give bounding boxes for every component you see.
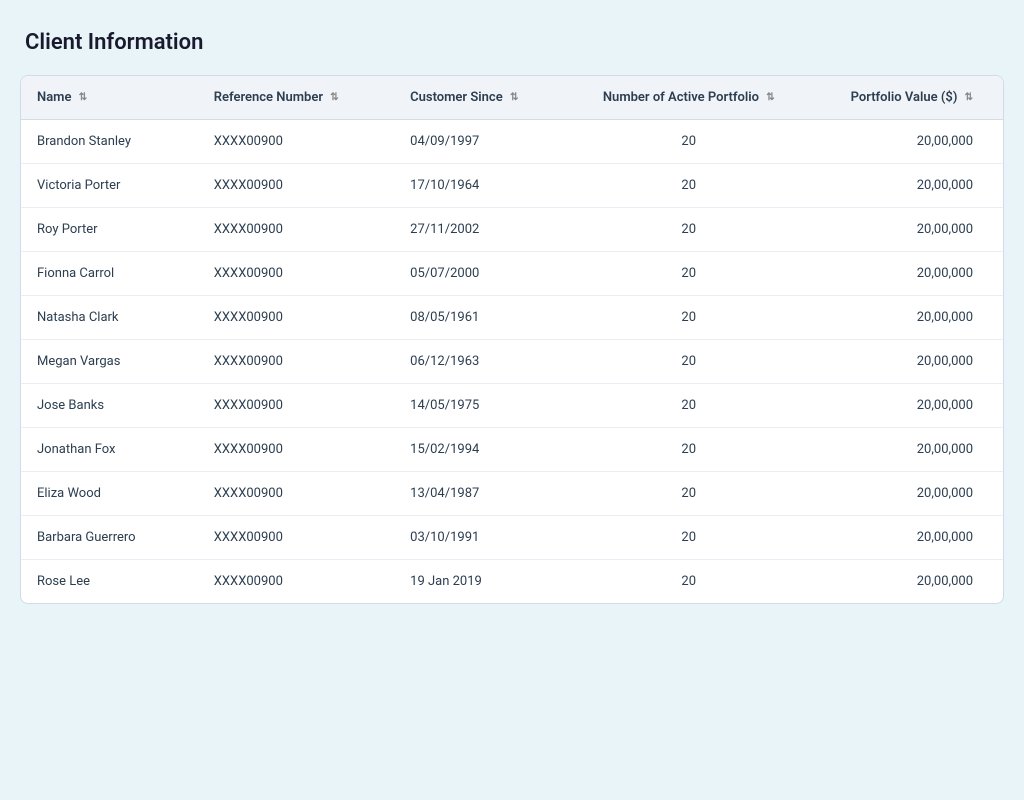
col-header-reference[interactable]: Reference Number ⇅ bbox=[198, 76, 394, 120]
table-row[interactable]: Jose BanksXXXX0090014/05/19752020,00,000 bbox=[21, 384, 1003, 428]
col-header-portfolio[interactable]: Number of Active Portfolio ⇅ bbox=[571, 76, 807, 120]
table-cell-since: 15/02/1994 bbox=[394, 428, 571, 472]
table-row[interactable]: Roy PorterXXXX0090027/11/20022020,00,000 bbox=[21, 208, 1003, 252]
sort-icon-value: ⇅ bbox=[965, 92, 973, 103]
table-cell-since: 06/12/1963 bbox=[394, 340, 571, 384]
table-cell-value: 20,00,000 bbox=[807, 560, 1003, 604]
table-row[interactable]: Fionna CarrolXXXX0090005/07/20002020,00,… bbox=[21, 252, 1003, 296]
table-cell-name: Victoria Porter bbox=[21, 164, 198, 208]
table-cell-name: Megan Vargas bbox=[21, 340, 198, 384]
table-cell-value: 20,00,000 bbox=[807, 252, 1003, 296]
table-cell-since: 13/04/1987 bbox=[394, 472, 571, 516]
table-row[interactable]: Natasha ClarkXXXX0090008/05/19612020,00,… bbox=[21, 296, 1003, 340]
table-header: Name ⇅ Reference Number ⇅ Customer Since… bbox=[21, 76, 1003, 120]
table-cell-portfolio: 20 bbox=[571, 472, 807, 516]
table-row[interactable]: Megan VargasXXXX0090006/12/19632020,00,0… bbox=[21, 340, 1003, 384]
table-cell-value: 20,00,000 bbox=[807, 516, 1003, 560]
col-header-since[interactable]: Customer Since ⇅ bbox=[394, 76, 571, 120]
table-cell-ref: XXXX00900 bbox=[198, 472, 394, 516]
table-row[interactable]: Brandon StanleyXXXX0090004/09/19972020,0… bbox=[21, 120, 1003, 164]
table-cell-name: Brandon Stanley bbox=[21, 120, 198, 164]
table-cell-portfolio: 20 bbox=[571, 208, 807, 252]
table-cell-portfolio: 20 bbox=[571, 164, 807, 208]
table-cell-value: 20,00,000 bbox=[807, 164, 1003, 208]
col-header-value[interactable]: Portfolio Value ($) ⇅ bbox=[807, 76, 1003, 120]
table-cell-value: 20,00,000 bbox=[807, 384, 1003, 428]
table-cell-name: Jonathan Fox bbox=[21, 428, 198, 472]
table-cell-name: Eliza Wood bbox=[21, 472, 198, 516]
table-cell-name: Roy Porter bbox=[21, 208, 198, 252]
table-cell-value: 20,00,000 bbox=[807, 120, 1003, 164]
table-cell-value: 20,00,000 bbox=[807, 296, 1003, 340]
sort-icon-name: ⇅ bbox=[79, 92, 87, 103]
client-table: Name ⇅ Reference Number ⇅ Customer Since… bbox=[21, 76, 1003, 603]
table-cell-name: Jose Banks bbox=[21, 384, 198, 428]
table-cell-ref: XXXX00900 bbox=[198, 560, 394, 604]
col-value-label: Portfolio Value ($) bbox=[851, 90, 958, 105]
table-cell-value: 20,00,000 bbox=[807, 340, 1003, 384]
col-ref-label: Reference Number bbox=[214, 90, 323, 105]
table-cell-ref: XXXX00900 bbox=[198, 296, 394, 340]
table-cell-ref: XXXX00900 bbox=[198, 252, 394, 296]
col-name-label: Name bbox=[37, 90, 71, 105]
table-cell-since: 03/10/1991 bbox=[394, 516, 571, 560]
table-cell-name: Natasha Clark bbox=[21, 296, 198, 340]
client-table-container: Name ⇅ Reference Number ⇅ Customer Since… bbox=[20, 75, 1004, 604]
table-cell-since: 27/11/2002 bbox=[394, 208, 571, 252]
table-row[interactable]: Rose LeeXXXX0090019 Jan 20192020,00,000 bbox=[21, 560, 1003, 604]
table-cell-portfolio: 20 bbox=[571, 428, 807, 472]
page-title: Client Information bbox=[20, 30, 1004, 55]
table-cell-portfolio: 20 bbox=[571, 560, 807, 604]
sort-icon-portfolio: ⇅ bbox=[766, 92, 774, 103]
table-cell-portfolio: 20 bbox=[571, 252, 807, 296]
table-cell-ref: XXXX00900 bbox=[198, 164, 394, 208]
table-cell-value: 20,00,000 bbox=[807, 472, 1003, 516]
table-cell-since: 08/05/1961 bbox=[394, 296, 571, 340]
table-cell-ref: XXXX00900 bbox=[198, 384, 394, 428]
table-cell-since: 05/07/2000 bbox=[394, 252, 571, 296]
table-row[interactable]: Barbara GuerreroXXXX0090003/10/19912020,… bbox=[21, 516, 1003, 560]
table-cell-since: 17/10/1964 bbox=[394, 164, 571, 208]
table-cell-ref: XXXX00900 bbox=[198, 120, 394, 164]
sort-icon-ref: ⇅ bbox=[330, 92, 338, 103]
table-row[interactable]: Eliza WoodXXXX0090013/04/19872020,00,000 bbox=[21, 472, 1003, 516]
table-cell-portfolio: 20 bbox=[571, 120, 807, 164]
table-cell-ref: XXXX00900 bbox=[198, 428, 394, 472]
col-since-label: Customer Since bbox=[410, 90, 503, 105]
table-row[interactable]: Victoria PorterXXXX0090017/10/19642020,0… bbox=[21, 164, 1003, 208]
table-cell-name: Barbara Guerrero bbox=[21, 516, 198, 560]
table-cell-portfolio: 20 bbox=[571, 384, 807, 428]
table-cell-name: Fionna Carrol bbox=[21, 252, 198, 296]
table-cell-since: 04/09/1997 bbox=[394, 120, 571, 164]
table-cell-ref: XXXX00900 bbox=[198, 516, 394, 560]
page-container: Client Information Name ⇅ Reference Numb… bbox=[20, 30, 1004, 604]
table-cell-portfolio: 20 bbox=[571, 516, 807, 560]
table-cell-value: 20,00,000 bbox=[807, 208, 1003, 252]
sort-icon-since: ⇅ bbox=[510, 92, 518, 103]
table-cell-name: Rose Lee bbox=[21, 560, 198, 604]
header-row: Name ⇅ Reference Number ⇅ Customer Since… bbox=[21, 76, 1003, 120]
table-cell-value: 20,00,000 bbox=[807, 428, 1003, 472]
table-cell-ref: XXXX00900 bbox=[198, 340, 394, 384]
col-portfolio-label: Number of Active Portfolio bbox=[603, 90, 759, 105]
col-header-name[interactable]: Name ⇅ bbox=[21, 76, 198, 120]
table-cell-ref: XXXX00900 bbox=[198, 208, 394, 252]
table-body: Brandon StanleyXXXX0090004/09/19972020,0… bbox=[21, 120, 1003, 604]
table-cell-since: 14/05/1975 bbox=[394, 384, 571, 428]
table-row[interactable]: Jonathan FoxXXXX0090015/02/19942020,00,0… bbox=[21, 428, 1003, 472]
table-cell-since: 19 Jan 2019 bbox=[394, 560, 571, 604]
table-cell-portfolio: 20 bbox=[571, 296, 807, 340]
table-cell-portfolio: 20 bbox=[571, 340, 807, 384]
